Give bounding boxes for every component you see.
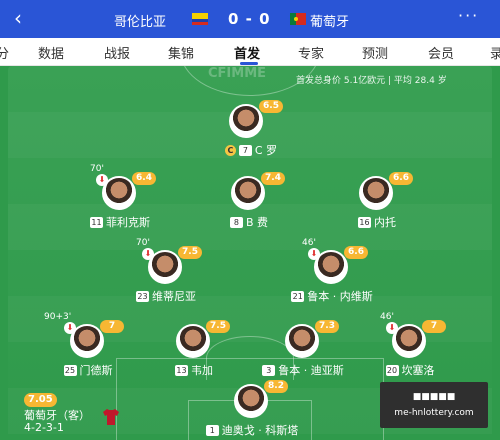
player-card[interactable]: 7.3 3 鲁本 · 迪亚斯 xyxy=(243,320,363,382)
player-rating: 7.4 xyxy=(261,172,285,185)
player-number: 21 xyxy=(291,291,305,302)
ad-title: ■■■■■ xyxy=(412,392,456,402)
substitution-time: 70' xyxy=(136,238,150,248)
match-header: ‹ 哥伦比亚 0 - 0 葡萄牙 ··· xyxy=(0,0,500,38)
player-rating: 7 xyxy=(422,320,446,333)
substitution-out-icon: ⬇ xyxy=(142,248,154,260)
lineup-info: 首发总身价 5.1亿欧元 | 平均 28.4 岁 xyxy=(296,76,447,86)
jersey-icon xyxy=(103,409,119,425)
player-avatar xyxy=(359,176,393,210)
player-number: 11 xyxy=(90,217,103,228)
more-icon[interactable]: ··· xyxy=(458,6,479,25)
player-card[interactable]: 6.5 C7C 罗 xyxy=(187,100,307,162)
active-tab-indicator xyxy=(240,62,258,65)
player-rating: 7 xyxy=(100,320,124,333)
player-name-row: 23 维蒂尼亚 xyxy=(106,288,226,304)
player-name-row: 16 内托 xyxy=(317,214,437,230)
player-number: 13 xyxy=(175,365,188,376)
player-number: 1 xyxy=(205,425,219,436)
player-rating: 6.6 xyxy=(389,172,413,185)
team-formation: 4-2-3-1 xyxy=(24,421,64,434)
player-card[interactable]: 46' ⬇ 7 20 坎塞洛 xyxy=(350,312,470,382)
captain-badge: C xyxy=(224,145,236,156)
player-card[interactable]: 90+3' ⬇ 7 25 门德斯 xyxy=(28,312,148,382)
player-rating: 7.5 xyxy=(178,246,202,259)
player-number: 8 xyxy=(229,217,243,228)
player-name: 鲁本 · 迪亚斯 xyxy=(278,364,344,377)
back-icon[interactable]: ‹ xyxy=(14,7,22,29)
player-name-row: 21 鲁本 · 内维斯 xyxy=(272,288,392,304)
player-name: 维蒂尼亚 xyxy=(152,290,196,303)
player-card[interactable]: 46' ⬇ 6.6 21 鲁本 · 内维斯 xyxy=(272,238,392,308)
player-number: 23 xyxy=(136,291,149,302)
player-name: 坎塞洛 xyxy=(401,364,435,377)
player-name: 门德斯 xyxy=(79,364,113,377)
tab-lineup[interactable]: 首发 xyxy=(234,43,260,62)
player-number: 7 xyxy=(238,145,252,156)
player-avatar xyxy=(229,104,263,138)
player-name: 鲁本 · 内维斯 xyxy=(307,290,373,303)
player-number: 3 xyxy=(262,365,276,376)
home-team-name: 哥伦比亚 xyxy=(114,15,167,30)
player-card[interactable]: 6.6 16 内托 xyxy=(317,172,437,234)
player-name-row: 8B 费 xyxy=(189,214,309,230)
tab-bar: 分 数据 战报 集锦 首发 专家 预测 会员 录 xyxy=(0,38,500,66)
substitution-out-icon: ⬇ xyxy=(386,322,398,334)
away-team-name: 葡萄牙 xyxy=(310,15,350,30)
substitution-time: 46' xyxy=(302,238,316,248)
tab-data[interactable]: 数据 xyxy=(38,43,64,62)
player-name-row: 1 迪奥戈 · 科斯塔 xyxy=(192,422,312,438)
player-rating: 7.5 xyxy=(206,320,230,333)
player-name-row: 13 韦加 xyxy=(134,362,254,378)
team-rating: 7.05 xyxy=(24,393,57,407)
player-avatar xyxy=(234,384,268,418)
player-avatar xyxy=(176,324,210,358)
player-name: 内托 xyxy=(374,216,396,229)
player-card[interactable]: 70' ⬇ 6.4 11 菲利克斯 xyxy=(60,164,180,234)
player-number: 16 xyxy=(358,217,371,228)
substitution-time: 70' xyxy=(90,164,104,174)
player-name-row: 25 门德斯 xyxy=(28,362,148,378)
player-number: 25 xyxy=(63,365,77,376)
player-name: C 罗 xyxy=(254,144,278,157)
player-rating: 8.2 xyxy=(264,380,288,393)
player-rating: 7.3 xyxy=(315,320,339,333)
colombia-flag-icon xyxy=(192,13,208,25)
portugal-flag-icon xyxy=(290,13,306,25)
player-avatar xyxy=(231,176,265,210)
player-name-row: 3 鲁本 · 迪亚斯 xyxy=(243,362,363,378)
tab-expert[interactable]: 专家 xyxy=(298,43,324,62)
match-score: 0 - 0 xyxy=(228,10,271,28)
player-avatar xyxy=(285,324,319,358)
player-rating: 6.5 xyxy=(259,100,283,113)
tab-member[interactable]: 会员 xyxy=(428,43,454,62)
tab-prediction[interactable]: 预测 xyxy=(362,43,388,62)
player-rating: 6.4 xyxy=(132,172,156,185)
player-name-row: 20 坎塞洛 xyxy=(350,362,470,378)
player-name: 菲利克斯 xyxy=(106,216,150,229)
player-name: 迪奥戈 · 科斯塔 xyxy=(221,424,299,437)
tab-report[interactable]: 战报 xyxy=(104,43,130,62)
player-rating: 6.6 xyxy=(344,246,368,259)
substitution-out-icon: ⬇ xyxy=(96,174,108,186)
substitution-out-icon: ⬇ xyxy=(64,322,76,334)
player-name: 韦加 xyxy=(191,364,213,377)
player-card[interactable]: 7.4 8B 费 xyxy=(189,172,309,234)
player-card[interactable]: 70' ⬇ 7.5 23 维蒂尼亚 xyxy=(106,238,226,308)
substitution-time: 46' xyxy=(380,312,394,322)
player-name-row: C7C 罗 xyxy=(191,142,311,158)
ad-banner[interactable]: ■■■■■ me-hnlottery.com xyxy=(380,382,488,428)
player-number: 20 xyxy=(385,365,399,376)
watermark-text: CFIMME xyxy=(208,66,267,81)
player-card[interactable]: 8.2 1 迪奥戈 · 科斯塔 xyxy=(192,380,312,440)
ad-url: me-hnlottery.com xyxy=(394,408,474,418)
substitution-time: 90+3' xyxy=(44,312,72,322)
substitution-out-icon: ⬇ xyxy=(308,248,320,260)
player-card[interactable]: 7.5 13 韦加 xyxy=(134,320,254,382)
tab-highlights[interactable]: 集锦 xyxy=(168,43,194,62)
player-name: B 费 xyxy=(245,216,269,229)
tab-partial-right[interactable]: 录 xyxy=(490,43,500,62)
tab-partial-left[interactable]: 分 xyxy=(0,43,9,62)
player-name-row: 11 菲利克斯 xyxy=(60,214,180,230)
